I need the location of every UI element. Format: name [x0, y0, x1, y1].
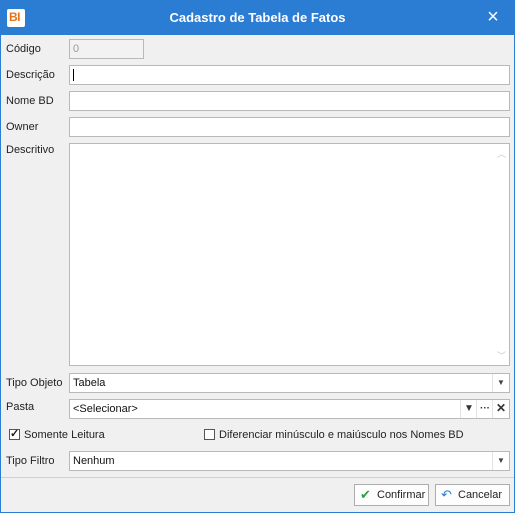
tipo-objeto-label: Tipo Objeto	[6, 377, 63, 389]
owner-label: Owner	[6, 121, 39, 133]
tipo-objeto-select[interactable]: Tabela ▼	[69, 373, 510, 393]
scroll-down-icon[interactable]: ﹀	[497, 349, 506, 362]
footer-divider	[1, 477, 514, 478]
dialog-title: Cadastro de Tabela de Fatos	[169, 10, 346, 25]
text-cursor	[73, 69, 74, 81]
chevron-down-icon[interactable]: ▼	[492, 452, 509, 470]
scroll-up-icon[interactable]: ︿	[497, 147, 506, 160]
dialog-window: BI Cadastro de Tabela de Fatos × Código …	[0, 0, 515, 513]
tipo-filtro-label: Tipo Filtro	[6, 455, 55, 467]
memo-scrollbar[interactable]: ︿ ﹀	[494, 145, 508, 364]
close-icon[interactable]: ×	[482, 6, 504, 28]
diferenciar-label: Diferenciar minúsculo e maiúsculo nos No…	[219, 429, 464, 441]
checkmark-icon: ✔	[360, 487, 371, 502]
codigo-label: Código	[6, 43, 41, 55]
ellipsis-icon[interactable]: ···	[476, 400, 493, 418]
chevron-down-icon[interactable]: ▼	[492, 374, 509, 392]
pasta-select[interactable]: <Selecionar> ▼ ··· ✕	[69, 399, 510, 419]
tipo-filtro-select[interactable]: Nenhum ▼	[69, 451, 510, 471]
clear-icon[interactable]: ✕	[492, 400, 509, 418]
codigo-field: 0	[69, 39, 144, 59]
descricao-field[interactable]	[69, 65, 510, 85]
nome-bd-label: Nome BD	[6, 95, 54, 107]
undo-icon: ↶	[441, 487, 452, 502]
pasta-label: Pasta	[6, 401, 35, 413]
confirm-button[interactable]: ✔ Confirmar	[354, 484, 429, 506]
descricao-label: Descrição	[6, 69, 55, 81]
cancel-button[interactable]: ↶ Cancelar	[435, 484, 510, 506]
nome-bd-field[interactable]	[69, 91, 510, 111]
title-bar: BI Cadastro de Tabela de Fatos ×	[1, 1, 514, 35]
descritivo-label: Descritivo	[6, 144, 55, 156]
descritivo-memo[interactable]: ︿ ﹀	[69, 143, 510, 366]
somente-leitura-checkbox[interactable]	[9, 427, 20, 440]
somente-leitura-label: Somente Leitura	[24, 429, 105, 441]
owner-field[interactable]	[69, 117, 510, 137]
chevron-down-icon[interactable]: ▼	[460, 400, 477, 418]
diferenciar-checkbox[interactable]	[204, 429, 215, 440]
